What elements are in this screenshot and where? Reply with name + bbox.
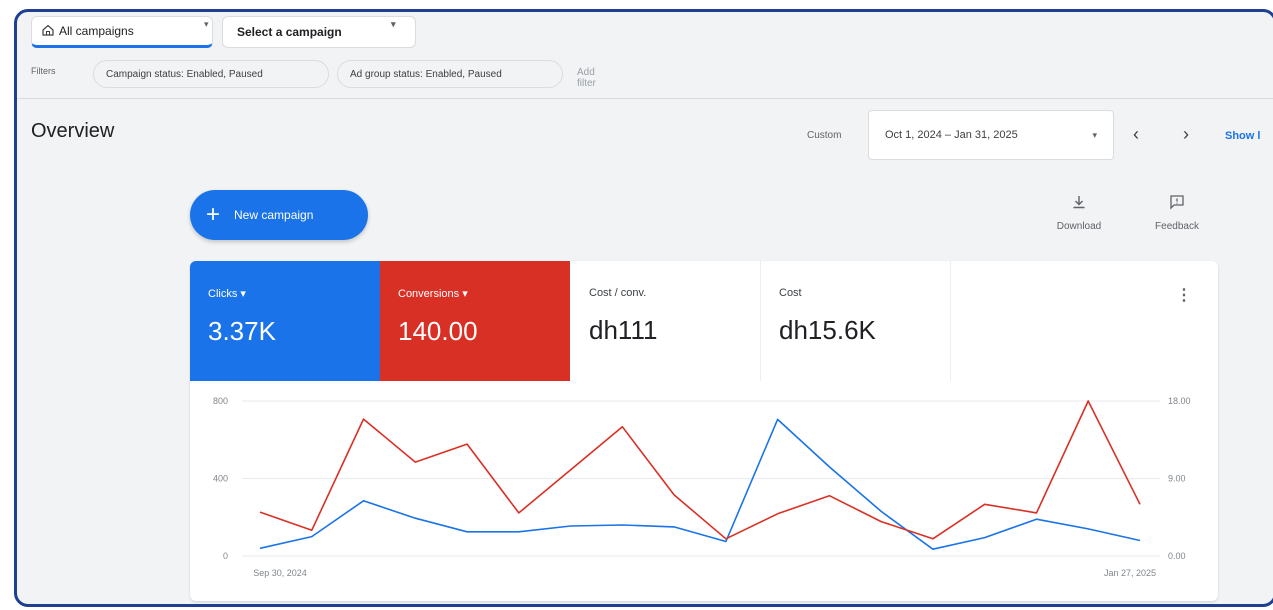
performance-chart: 800 18.00 400 9.00 0 0.00 Sep 30, 2024 Jan 27, … [213, 396, 1191, 578]
page-title: Overview [31, 120, 115, 142]
chevron-down-icon: ▾ [240, 288, 246, 300]
x-axis-tick: Jan 27, 2025 [1104, 568, 1156, 578]
add-filter-link[interactable]: Add filter [577, 67, 596, 89]
download-button[interactable]: Download [1047, 194, 1111, 232]
metric-cost[interactable]: Cost dh15.6K [761, 261, 951, 381]
feedback-button[interactable]: Feedback [1145, 194, 1209, 232]
new-campaign-label: New campaign [234, 208, 314, 222]
feedback-icon [1145, 194, 1209, 213]
metric-cost-per-conv[interactable]: Cost / conv. dh111 [571, 261, 761, 381]
all-campaigns-label: All campaigns [59, 24, 134, 38]
header-divider [17, 98, 1273, 99]
filters-label: Filters [31, 66, 56, 76]
right-axis-tick: 18.00 [1168, 396, 1191, 406]
right-axis-tick: 9.00 [1168, 474, 1186, 484]
x-axis-tick: Sep 30, 2024 [253, 568, 307, 578]
left-axis-tick: 0 [223, 551, 228, 561]
custom-range-label: Custom [807, 130, 842, 141]
left-axis-tick: 400 [213, 474, 228, 484]
select-campaign-label: Select a campaign [237, 25, 342, 39]
metric-cost-label: Cost [779, 287, 802, 299]
chevron-down-icon: ▾ [391, 19, 396, 29]
campaign-status-filter[interactable]: Campaign status: Enabled, Paused [93, 60, 329, 88]
metric-cost-per-conv-value: dh111 [589, 315, 658, 345]
metric-cost-value: dh15.6K [779, 315, 876, 345]
show-link[interactable]: Show l [1225, 130, 1260, 142]
previous-period-icon[interactable]: ‹ [1133, 124, 1139, 145]
all-campaigns-dropdown[interactable]: All campaigns ▾ [31, 16, 213, 48]
new-campaign-button[interactable]: + New campaign [190, 190, 368, 240]
more-options-icon[interactable]: ⋮ [1176, 285, 1192, 305]
right-axis-tick: 0.00 [1168, 551, 1186, 561]
chevron-down-icon: ▾ [1092, 130, 1097, 140]
plus-icon: + [206, 201, 221, 228]
chevron-down-icon: ▾ [462, 288, 468, 300]
next-period-icon[interactable]: › [1183, 124, 1189, 145]
ad-group-status-filter[interactable]: Ad group status: Enabled, Paused [337, 60, 563, 88]
series-line-clicks [259, 418, 1141, 550]
home-icon [42, 24, 54, 39]
metric-conversions-label: Conversions [398, 288, 460, 300]
metric-clicks-value: 3.37K [208, 316, 276, 346]
metric-clicks-label: Clicks [208, 288, 238, 300]
feedback-label: Feedback [1155, 221, 1199, 232]
left-axis-tick: 800 [213, 396, 228, 406]
metric-conversions-value: 140.00 [398, 316, 478, 346]
download-label: Download [1056, 221, 1102, 232]
app-frame: All campaigns ▾ Select a campaign ▾ Filt… [14, 9, 1273, 607]
download-icon [1047, 194, 1111, 213]
metric-cost-per-conv-label: Cost / conv. [589, 287, 647, 299]
series-line-conversions [259, 400, 1141, 540]
date-range-value: Oct 1, 2024 – Jan 31, 2025 [885, 129, 1018, 141]
chevron-down-icon: ▾ [204, 19, 209, 29]
metric-clicks[interactable]: Clicks ▾ 3.37K [190, 261, 380, 381]
select-campaign-dropdown[interactable]: Select a campaign ▾ [222, 16, 416, 48]
performance-card: Clicks ▾ 3.37K Conversions ▾ 140.00 Cost… [190, 261, 1218, 601]
date-range-picker[interactable]: Oct 1, 2024 – Jan 31, 2025 ▾ [868, 110, 1114, 160]
metric-conversions[interactable]: Conversions ▾ 140.00 [380, 261, 570, 381]
